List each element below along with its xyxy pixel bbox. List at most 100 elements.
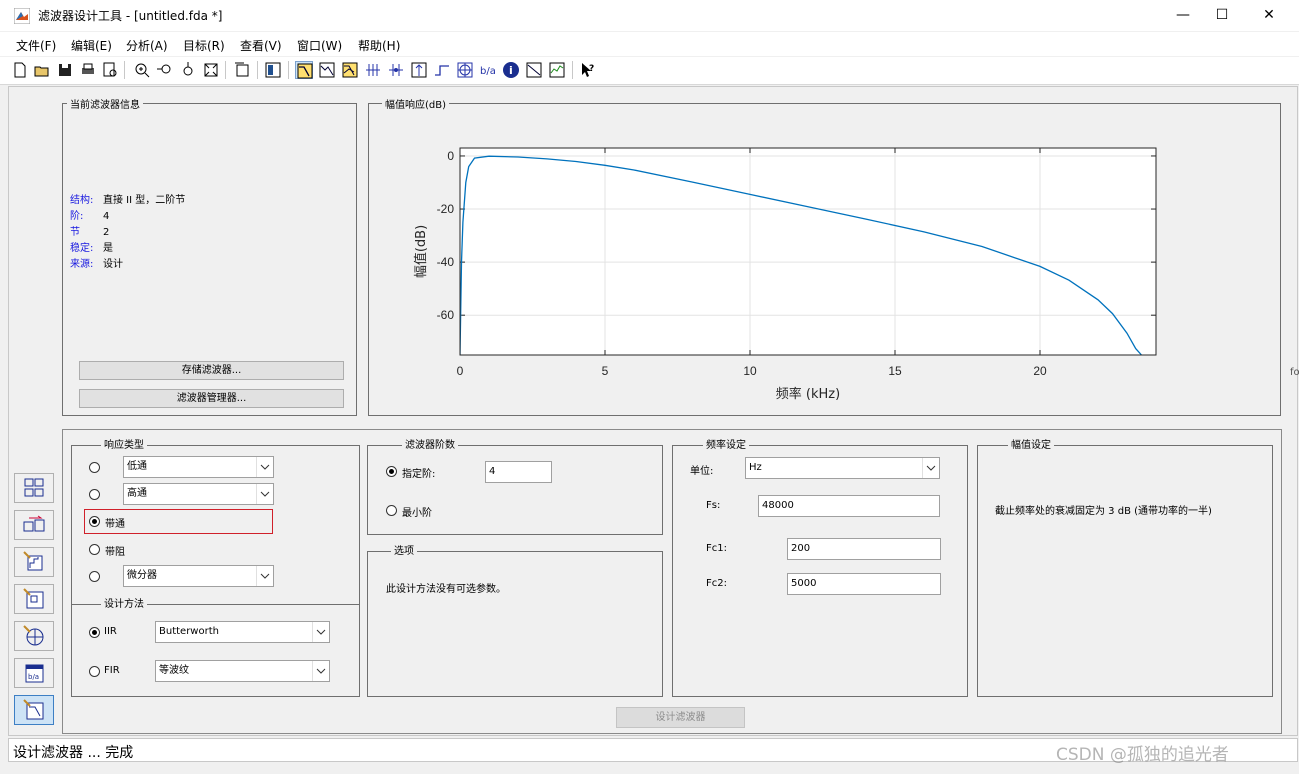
differentiator-radio[interactable]	[89, 571, 100, 582]
lowpass-radio[interactable]	[89, 462, 100, 473]
quantize-icon	[23, 551, 43, 571]
options-title: 选项	[391, 542, 417, 557]
store-filter-button[interactable]: 存储滤波器...	[79, 361, 344, 380]
sidebar-import-button[interactable]: b/a	[14, 658, 54, 688]
fs-input[interactable]: 48000	[758, 495, 940, 517]
minimum-order-radio[interactable]	[386, 505, 397, 516]
print-icon[interactable]	[79, 61, 97, 79]
bandstop-radio[interactable]	[89, 544, 100, 555]
iir-label[interactable]: IIR	[104, 626, 117, 637]
specify-order-radio[interactable]	[386, 466, 397, 477]
differentiator-select[interactable]: 微分器	[123, 565, 274, 587]
zoom-y-icon[interactable]	[179, 61, 197, 79]
iir-method-value: Butterworth	[159, 626, 219, 637]
convert-icon	[23, 515, 45, 532]
differentiator-select-value: 微分器	[127, 570, 157, 581]
highpass-select[interactable]: 高通	[123, 483, 274, 505]
new-icon[interactable]	[11, 61, 29, 79]
maximize-button[interactable]: ☐	[1199, 0, 1245, 31]
magnitude-response-chart[interactable]: 0 5 10 15 20 0 -20 -40 -60 频率 (kHz) 幅值(dB)	[369, 110, 1280, 415]
info-row-stable: 稳定: 是	[70, 241, 185, 257]
filter-spec-icon[interactable]	[264, 61, 282, 79]
fc1-input[interactable]: 200	[787, 538, 941, 560]
sidebar-design-filter-button[interactable]	[14, 695, 54, 725]
matlab-icon	[14, 8, 30, 24]
sidebar-quantize-button[interactable]	[14, 547, 54, 577]
sidebar-transform-button[interactable]	[14, 473, 54, 503]
order-input[interactable]: 4	[485, 461, 552, 483]
new-figure-icon[interactable]	[233, 61, 251, 79]
menu-bar: 文件(F) 编辑(E) 分析(A) 目标(R) 查看(V) 窗口(W) 帮助(H…	[0, 32, 1299, 56]
menu-edit[interactable]: 编辑(E)	[71, 37, 112, 54]
magnitude-spec-text: 截止频率处的衰减固定为 3 dB (通带功率的一半)	[995, 506, 1212, 517]
response-type-title: 响应类型	[101, 436, 147, 451]
info-icon[interactable]: i	[502, 61, 520, 79]
import-filter-icon: b/a	[25, 664, 44, 683]
status-text: 设计滤波器 ... 完成	[13, 745, 134, 761]
info-value: 是	[103, 243, 113, 254]
print-preview-icon[interactable]	[101, 61, 119, 79]
info-value: 设计	[103, 259, 123, 270]
phase-delay-icon[interactable]	[387, 61, 405, 79]
info-row-order: 阶: 4	[70, 209, 185, 225]
mag-estimate-icon[interactable]	[525, 61, 543, 79]
sidebar-pole-zero-editor-button[interactable]	[14, 621, 54, 651]
menu-view[interactable]: 查看(V)	[240, 37, 282, 54]
step-response-icon[interactable]	[433, 61, 451, 79]
menu-targets[interactable]: 目标(R)	[183, 37, 225, 54]
y-tick-label: -20	[437, 202, 455, 216]
whats-this-icon[interactable]: ?	[579, 61, 597, 79]
zoom-x-icon[interactable]	[156, 61, 174, 79]
highpass-radio[interactable]	[89, 489, 100, 500]
magnitude-response-icon[interactable]	[295, 61, 313, 79]
close-button[interactable]: ✕	[1246, 0, 1292, 31]
full-view-icon[interactable]	[202, 61, 220, 79]
watermark: CSDN @孤独的追光者	[1056, 745, 1229, 765]
magnitude-spec-panel	[977, 445, 1273, 697]
menu-help[interactable]: 帮助(H)	[358, 37, 400, 54]
chevron-down-icon	[312, 661, 326, 681]
coefficients-icon[interactable]: b/a	[479, 61, 497, 79]
phase-response-icon[interactable]	[318, 61, 336, 79]
sidebar-convert-button[interactable]	[14, 510, 54, 540]
y-tick-label: -60	[437, 308, 455, 322]
units-select[interactable]: Hz	[745, 457, 940, 479]
chevron-down-icon	[312, 622, 326, 642]
mag-phase-icon[interactable]	[341, 61, 359, 79]
design-filter-icon	[23, 699, 44, 720]
bandstop-label[interactable]: 带阻	[105, 543, 125, 558]
fir-label[interactable]: FIR	[104, 665, 120, 676]
menu-file[interactable]: 文件(F)	[16, 37, 56, 54]
design-filter-button[interactable]: 设计滤波器	[616, 707, 745, 728]
y-axis-label: 幅值(dB)	[413, 225, 429, 278]
menu-analysis[interactable]: 分析(A)	[126, 37, 168, 54]
menu-window[interactable]: 窗口(W)	[297, 37, 342, 54]
fir-radio[interactable]	[89, 666, 100, 677]
y-tick-label: 0	[447, 149, 454, 163]
pole-zero-icon[interactable]	[456, 61, 474, 79]
fc2-input[interactable]: 5000	[787, 573, 941, 595]
x-tick-label: 10	[743, 364, 757, 378]
filter-manager-button[interactable]: 滤波器管理器...	[79, 389, 344, 408]
open-icon[interactable]	[33, 61, 51, 79]
frequency-spec-panel	[672, 445, 968, 697]
filter-order-title: 滤波器阶数	[402, 436, 458, 451]
chevron-down-icon	[256, 457, 270, 477]
iir-radio[interactable]	[89, 627, 100, 638]
toolbar-separator	[572, 61, 573, 79]
info-row-source: 来源: 设计	[70, 257, 185, 273]
zoom-in-icon[interactable]	[133, 61, 151, 79]
chevron-down-icon	[922, 458, 936, 478]
group-delay-icon[interactable]	[364, 61, 382, 79]
lowpass-select[interactable]: 低通	[123, 456, 274, 478]
impulse-response-icon[interactable]	[410, 61, 428, 79]
fir-method-value: 等波纹	[159, 665, 189, 676]
iir-method-select[interactable]: Butterworth	[155, 621, 330, 643]
noise-loading-icon[interactable]	[548, 61, 566, 79]
specify-order-label[interactable]: 指定阶:	[402, 465, 435, 480]
save-icon[interactable]	[56, 61, 74, 79]
transform-icon	[24, 478, 44, 497]
minimum-order-label[interactable]: 最小阶	[402, 504, 432, 519]
sidebar-realize-button[interactable]	[14, 584, 54, 614]
fir-method-select[interactable]: 等波纹	[155, 660, 330, 682]
